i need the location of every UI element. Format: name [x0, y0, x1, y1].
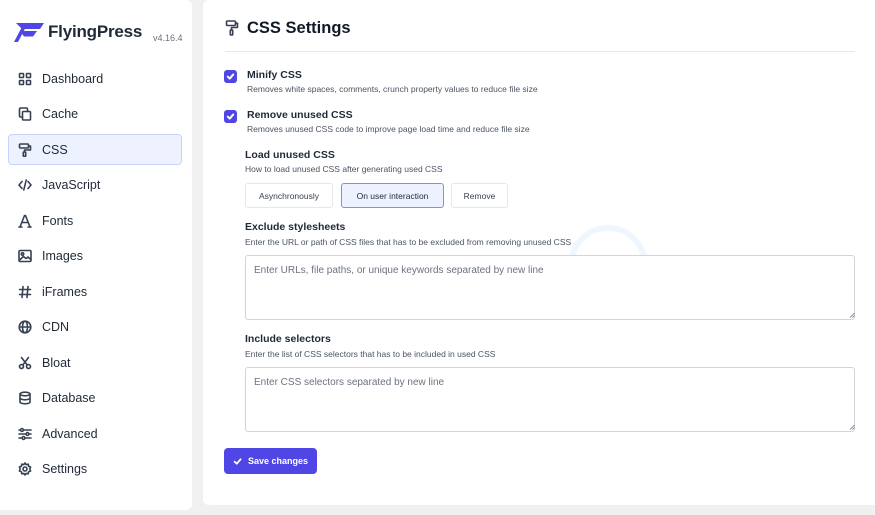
sidebar-item-cdn[interactable]: CDN	[8, 312, 182, 343]
sidebar-item-iframes[interactable]: iFrames	[8, 276, 182, 307]
sidebar: FlyingPress v4.16.4 Dashboard Cache CSS	[0, 0, 192, 510]
hashtag-icon	[18, 285, 32, 299]
exclude-stylesheets-input[interactable]	[245, 255, 855, 320]
check-icon	[233, 457, 242, 465]
save-changes-label: Save changes	[247, 456, 309, 466]
exclude-stylesheets-description: Enter the URL or path of CSS files that …	[245, 237, 572, 247]
exclude-stylesheets-title: Exclude stylesheets	[245, 221, 346, 233]
minify-css-checkbox[interactable]	[224, 70, 237, 83]
option-on-user-interaction-button[interactable]: On user interaction	[341, 183, 444, 208]
sidebar-item-images[interactable]: Images	[8, 241, 182, 272]
remove-unused-css-checkbox[interactable]	[224, 110, 237, 123]
sidebar-item-label: iFrames	[42, 284, 88, 299]
check-icon	[226, 113, 235, 120]
globe-icon	[18, 320, 32, 334]
page-title: CSS Settings	[247, 19, 351, 37]
load-unused-css-title: Load unused CSS	[245, 149, 335, 161]
include-selectors-input[interactable]	[245, 367, 855, 432]
remove-unused-css-description: Removes unused CSS code to improve page …	[247, 124, 530, 134]
page-header: CSS Settings	[225, 18, 855, 52]
sidebar-item-cache[interactable]: Cache	[8, 99, 182, 130]
sliders-icon	[18, 427, 32, 441]
sidebar-item-label: CSS	[42, 142, 68, 157]
option-asynchronously-button[interactable]: Asynchronously	[245, 183, 333, 208]
code-icon	[18, 178, 32, 192]
option-remove-button[interactable]: Remove	[451, 183, 508, 208]
image-icon	[18, 249, 32, 263]
sidebar-item-label: Images	[42, 249, 83, 263]
minify-css-title: Minify CSS	[247, 69, 302, 81]
check-icon	[226, 73, 235, 80]
include-selectors-title: Include selectors	[245, 333, 331, 345]
sidebar-item-label: JavaScript	[42, 178, 101, 192]
resize-handle-icon[interactable]	[849, 312, 855, 318]
sidebar-item-fonts[interactable]: Fonts	[8, 205, 182, 236]
database-icon	[18, 391, 32, 405]
sidebar-item-label: Bloat	[42, 355, 71, 370]
sidebar-item-label: Advanced	[42, 426, 98, 441]
sidebar-item-settings[interactable]: Settings	[8, 454, 182, 485]
sidebar-item-javascript[interactable]: JavaScript	[8, 170, 182, 201]
paint-roller-icon	[225, 20, 239, 36]
font-icon	[18, 214, 32, 228]
sidebar-item-database[interactable]: Database	[8, 383, 182, 414]
sidebar-item-dashboard[interactable]: Dashboard	[8, 63, 182, 94]
copy-icon	[18, 107, 32, 121]
gear-icon	[18, 462, 32, 476]
sidebar-item-label: Dashboard	[42, 71, 104, 86]
sidebar-item-label: Settings	[42, 462, 88, 476]
minify-css-description: Removes white spaces, comments, crunch p…	[247, 84, 538, 94]
sidebar-item-advanced[interactable]: Advanced	[8, 418, 182, 449]
save-changes-button[interactable]: Save changes	[224, 448, 317, 474]
scissors-icon	[18, 356, 32, 370]
include-selectors-description: Enter the list of CSS selectors that has…	[245, 349, 496, 359]
remove-unused-css-title: Remove unused CSS	[247, 109, 353, 121]
sidebar-item-label: Database	[42, 391, 96, 405]
grid-icon	[18, 72, 32, 86]
sidebar-item-label: CDN	[42, 320, 70, 334]
brand-name: FlyingPress	[48, 22, 143, 41]
paint-roller-icon	[18, 142, 32, 157]
settings-panel: CSS Settings 科灯跨境出海导航 Minify CSS Removes…	[203, 0, 875, 505]
brand-version: v4.16.4	[153, 33, 183, 43]
load-unused-css-description: How to load unused CSS after generating …	[245, 164, 443, 174]
resize-handle-icon[interactable]	[849, 424, 855, 430]
brand[interactable]: FlyingPress v4.16.4	[13, 20, 183, 46]
sidebar-nav: Dashboard Cache CSS JavaScript Fonts Ima…	[8, 63, 182, 489]
sidebar-item-bloat[interactable]: Bloat	[8, 347, 182, 378]
flyingpress-logo-icon	[14, 23, 44, 42]
sidebar-item-label: Fonts	[42, 213, 74, 228]
sidebar-item-label: Cache	[42, 107, 79, 121]
sidebar-item-css[interactable]: CSS	[8, 134, 182, 165]
